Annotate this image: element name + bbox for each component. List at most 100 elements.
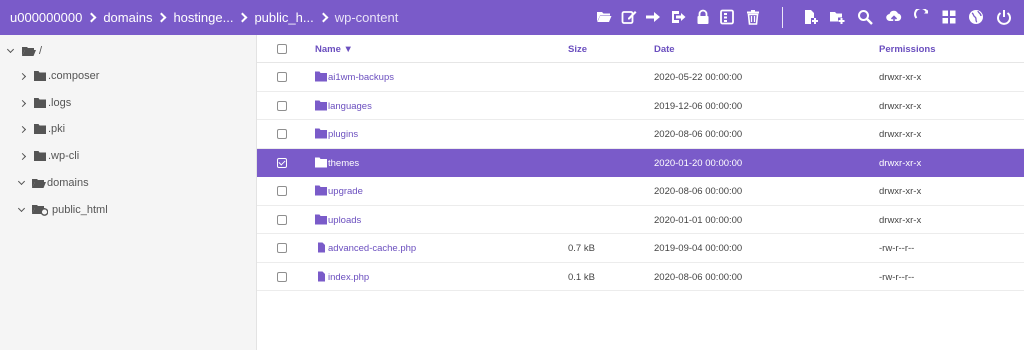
tree-item-wp-cli[interactable]: .wp-cli — [18, 147, 80, 165]
folder-icon — [34, 98, 46, 108]
new-folder-icon[interactable] — [829, 9, 845, 25]
chevron-down-icon[interactable] — [17, 177, 26, 186]
chevron-right-icon — [318, 12, 329, 23]
file-name[interactable]: languages — [328, 101, 372, 112]
new-file-icon[interactable] — [803, 9, 819, 25]
tree-item-domains[interactable]: domains — [17, 174, 89, 192]
row-checkbox[interactable] — [277, 243, 287, 253]
file-size: 0.7 kB — [568, 243, 595, 254]
chevron-down-icon[interactable] — [17, 204, 26, 213]
trash-icon[interactable] — [745, 9, 761, 25]
column-header-date[interactable]: Date — [654, 44, 675, 55]
logout-icon[interactable] — [670, 9, 686, 25]
chevron-down-icon[interactable] — [6, 45, 15, 54]
table-row[interactable]: ai1wm-backups 2020-05-22 00:00:00 drwxr-xr… — [257, 63, 1024, 92]
grid-icon[interactable] — [941, 9, 957, 25]
folder-icon — [34, 124, 46, 134]
tree-item-public-html[interactable]: public_html — [17, 201, 108, 219]
tree-item-label: / — [39, 45, 43, 57]
column-header-name[interactable]: Name ▼ — [315, 44, 353, 55]
table-row[interactable]: index.php 0.1 kB 2020-08-06 00:00:00 -rw-r-… — [257, 263, 1024, 291]
row-checkbox[interactable] — [277, 214, 287, 225]
file-permissions: drwxr-xr-x — [879, 100, 922, 112]
table-row[interactable]: upgrade 2020-08-06 00:00:00 drwxr-xr-x — [257, 177, 1024, 206]
table-row[interactable]: plugins 2020-08-06 00:00:00 drwxr-xr-x — [257, 120, 1024, 149]
file-date: 2020-08-06 00:00:00 — [654, 129, 743, 140]
file-size: 0.1 kB — [568, 271, 595, 283]
archive-icon[interactable] — [719, 9, 735, 25]
tree-item-pki[interactable]: .pki — [18, 120, 66, 138]
file-permissions: drwxr-xr-x — [879, 129, 922, 140]
tree-item-label: .composer — [48, 70, 100, 82]
tree-item-label: public_html — [52, 204, 108, 216]
file-name[interactable]: plugins — [328, 129, 358, 140]
table-header: Name ▼ Size Date Permissions — [257, 35, 1024, 63]
tree-item-label: .pki — [48, 123, 66, 135]
chevron-right-icon[interactable] — [18, 152, 27, 160]
select-all-checkbox[interactable] — [277, 44, 287, 54]
column-header-permissions[interactable]: Permissions — [879, 44, 936, 55]
breadcrumb-item-wp-content: wp-content — [334, 10, 399, 25]
chevron-right-icon — [157, 12, 167, 23]
toolbar-divider — [782, 7, 783, 28]
tree-item-logs[interactable]: .logs — [18, 94, 71, 112]
edit-icon[interactable] — [621, 9, 637, 25]
row-checkbox[interactable] — [277, 157, 287, 168]
row-checkbox[interactable] — [277, 72, 287, 82]
table-row[interactable]: advanced-cache.php 0.7 kB 2019-09-04 00:00… — [257, 234, 1024, 263]
folder-icon — [315, 214, 327, 224]
lock-icon[interactable] — [695, 9, 711, 25]
file-name[interactable]: upgrade — [328, 186, 363, 197]
file-permissions: drwxr-xr-x — [879, 186, 922, 197]
row-checkbox[interactable] — [277, 129, 287, 139]
folder-icon — [315, 100, 327, 110]
file-icon — [318, 271, 325, 281]
file-name[interactable]: uploads — [328, 215, 361, 226]
tree-item-composer[interactable]: .composer — [18, 67, 100, 85]
file-icon — [318, 242, 325, 253]
file-name[interactable]: themes — [328, 158, 359, 169]
tree-item-root[interactable]: / — [6, 42, 43, 60]
file-permissions: -rw-r--r-- — [879, 271, 915, 283]
folder-open-linked-icon — [32, 205, 48, 216]
file-date: 2020-05-22 00:00:00 — [654, 72, 743, 83]
row-checkbox[interactable] — [277, 186, 287, 196]
breadcrumb-item-root[interactable]: u000000000 — [10, 10, 82, 25]
row-checkbox[interactable] — [277, 271, 287, 282]
file-date: 2020-01-01 00:00:00 — [654, 214, 743, 226]
file-name[interactable]: index.php — [328, 272, 369, 283]
folder-icon — [315, 185, 327, 196]
chevron-right-icon[interactable] — [18, 72, 27, 80]
search-icon[interactable] — [857, 9, 873, 25]
file-permissions: drwxr-xr-x — [879, 157, 922, 169]
table-row[interactable]: uploads 2020-01-01 00:00:00 drwxr-xr-x — [257, 206, 1024, 234]
file-name[interactable]: ai1wm-backups — [328, 72, 394, 83]
row-checkbox[interactable] — [277, 100, 287, 111]
chevron-right-icon — [238, 12, 248, 23]
file-name[interactable]: advanced-cache.php — [328, 243, 416, 254]
folder-icon — [315, 71, 327, 82]
file-permissions: drwxr-xr-x — [879, 72, 922, 83]
folder-icon — [315, 157, 327, 167]
chevron-right-icon[interactable] — [18, 125, 27, 133]
folder-open-icon[interactable] — [596, 9, 612, 25]
globe-icon[interactable] — [968, 9, 984, 25]
tree-item-label: .wp-cli — [48, 150, 80, 162]
column-header-size[interactable]: Size — [568, 44, 587, 55]
power-icon[interactable] — [996, 9, 1012, 25]
breadcrumb: u000000000 domains hostinge... public_h.… — [0, 10, 398, 25]
move-icon[interactable] — [645, 9, 661, 25]
refresh-icon[interactable] — [914, 9, 930, 25]
folder-icon — [34, 151, 46, 161]
folder-tree: / .composer .logs .pki .wp-cli domains p… — [0, 35, 257, 350]
top-bar: u000000000 domains hostinge... public_h.… — [0, 0, 1024, 35]
tree-item-label: domains — [47, 177, 89, 189]
table-row[interactable]: themes 2020-01-20 00:00:00 drwxr-xr-x — [257, 148, 1024, 177]
breadcrumb-item-public-html[interactable]: public_h... — [254, 10, 313, 25]
breadcrumb-item-hostinger[interactable]: hostinge... — [173, 10, 233, 25]
chevron-right-icon[interactable] — [18, 99, 27, 107]
folder-icon — [34, 71, 46, 81]
breadcrumb-item-domains[interactable]: domains — [103, 10, 152, 25]
upload-icon[interactable] — [886, 9, 902, 25]
table-row[interactable]: languages 2019-12-06 00:00:00 drwxr-xr-x — [257, 92, 1024, 120]
